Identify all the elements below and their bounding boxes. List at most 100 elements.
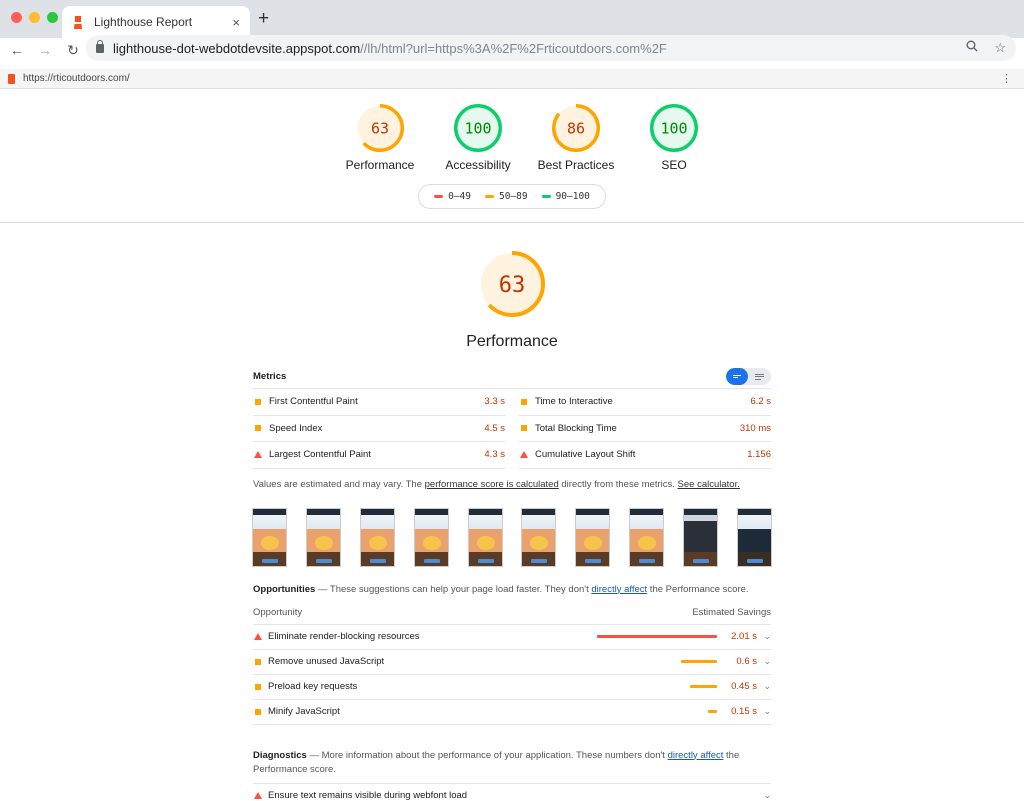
maximize-window-button[interactable] [47,12,58,23]
tab-title: Lighthouse Report [94,15,193,29]
gauge-label: Best Practices [537,158,615,172]
metric-value: 1.156 [747,449,771,461]
average-square-icon [255,658,261,665]
opportunity-name: Preload key requests [268,681,358,692]
opportunities-title: Opportunities [253,583,316,595]
close-tab-icon[interactable]: × [232,15,240,30]
score-value: 100 [464,119,491,137]
metric-name: Time to Interactive [535,396,613,408]
report-url-bar: https://rticoutdoors.com/ ⋮ [0,69,1024,89]
metric-value: 4.5 s [484,422,505,434]
opportunity-row[interactable]: Preload key requests 0.45 s ⌄ [253,675,771,700]
filmstrip-frame [360,508,394,566]
gauge-ring: 63 [356,104,404,152]
back-arrow-icon[interactable]: ← [10,42,24,58]
chevron-down-icon[interactable]: ⌄ [757,631,771,642]
metric-cumulative-layout-shift: Cumulative Layout Shift 1.156 [519,442,771,469]
browser-toolbar: ← → ↻ lighthouse-dot-webdotdevsite.appsp… [0,35,1024,62]
filmstrip-frame [306,508,340,566]
gauge-ring: 100 [650,104,698,152]
expanded-view-icon[interactable] [748,368,771,385]
metrics-note: Values are estimated and may vary. The p… [253,478,740,490]
opportunity-row[interactable]: Minify JavaScript 0.15 s ⌄ [253,700,771,725]
metric-total-blocking-time: Total Blocking Time 310 ms [519,416,771,442]
new-tab-button[interactable]: + [258,9,269,29]
filmstrip-frame [522,508,556,566]
lighthouse-icon [74,16,82,29]
chevron-down-icon[interactable]: ⌄ [757,790,771,801]
average-square-icon [521,425,527,432]
gauge-performance[interactable]: 63 Performance [343,103,417,172]
metric-largest-contentful-paint: Largest Contentful Paint 4.3 s [253,442,505,469]
savings-bar [708,710,717,713]
metrics-grid: First Contentful Paint 3.3 s Time to Inter… [253,389,771,469]
report-url: https://rticoutdoors.com/ [23,73,130,84]
opportunities-directly-affect-link[interactable]: directly affect [591,584,647,595]
compact-view-icon[interactable] [726,368,748,385]
opportunity-name: Remove unused JavaScript [268,656,385,667]
savings-value: 0.15 s [731,706,757,717]
opportunity-row[interactable]: Eliminate render-blocking resources 2.01 … [253,625,771,650]
address-bar[interactable]: lighthouse-dot-webdotdevsite.appspot.com… [86,35,1016,61]
average-square-icon [255,398,261,405]
gauge-label: Performance [345,158,415,172]
chevron-down-icon[interactable]: ⌄ [757,706,771,717]
metric-value: 3.3 s [484,396,505,408]
browser-tab[interactable]: Lighthouse Report × [62,6,250,38]
more-options-icon[interactable]: ⋮ [1001,72,1012,85]
metric-name: Largest Contentful Paint [269,449,371,461]
gauge-best-practices[interactable]: 86 Best Practices [537,103,615,172]
filmstrip-frame [576,508,610,566]
gauge-accessibility[interactable]: 100 Accessibility [441,103,515,172]
average-square-icon [255,425,261,432]
opportunities-columns: Opportunity Estimated Savings [253,601,771,625]
close-window-button[interactable] [11,12,22,23]
savings-value: 0.6 s [736,656,757,667]
bookmark-star-icon[interactable]: ☆ [994,40,1006,56]
score-calculated-link[interactable]: performance score is calculated [425,479,559,490]
url-path: //lh/html?url=https%3A%2F%2Frticoutdoors… [360,40,667,56]
reload-icon[interactable]: ↻ [66,42,80,59]
score-value: 86 [567,119,585,137]
see-calculator-link[interactable]: See calculator. [678,479,740,490]
diagnostic-name: Ensure text remains visible during webfo… [268,790,468,801]
filmstrip-frame [253,508,286,566]
savings-bar [690,685,717,688]
metrics-view-toggle[interactable] [726,368,771,385]
average-square-icon [521,398,527,405]
opportunity-row[interactable]: Remove unused JavaScript 0.6 s ⌄ [253,650,771,675]
opportunity-name: Minify JavaScript [268,706,340,717]
lock-icon [96,39,104,53]
performance-title: Performance [466,333,558,350]
zoom-search-icon[interactable] [966,40,978,56]
metrics-title: Metrics [253,371,287,382]
average-square-icon [255,683,261,690]
minimize-window-button[interactable] [29,12,40,23]
savings-bar [681,660,717,663]
metric-name: Cumulative Layout Shift [535,449,636,461]
savings-value: 0.45 s [731,681,757,692]
filmstrip [253,508,771,566]
gauge-ring: 86 [552,104,600,152]
chevron-down-icon[interactable]: ⌄ [757,681,771,692]
legend-pass: 90–100 [541,191,590,202]
opportunity-name: Eliminate render-blocking resources [268,631,420,642]
forward-arrow-icon[interactable]: → [38,42,52,58]
metric-value: 6.2 s [750,396,771,408]
savings-bar [597,635,717,638]
filmstrip-frame [684,508,717,566]
savings-value: 2.01 s [731,631,757,642]
metric-name: Speed Index [269,422,323,434]
column-estimated-savings: Estimated Savings [692,606,771,618]
metric-first-contentful-paint: First Contentful Paint 3.3 s [253,389,505,416]
diagnostics-directly-affect-link[interactable]: directly affect [668,750,724,761]
filmstrip-frame [630,508,664,566]
opportunities-header: Opportunities — These suggestions can he… [253,583,749,595]
gauge-seo[interactable]: 100 SEO [637,103,711,172]
diagnostic-row[interactable]: Ensure text remains visible during webfo… [253,784,771,801]
filmstrip-frame [468,508,502,566]
filmstrip-frame [414,508,448,566]
performance-gauge: 63 Performance [0,250,1024,351]
url-host: lighthouse-dot-webdotdevsite.appspot.com [113,40,361,56]
chevron-down-icon[interactable]: ⌄ [757,656,771,667]
